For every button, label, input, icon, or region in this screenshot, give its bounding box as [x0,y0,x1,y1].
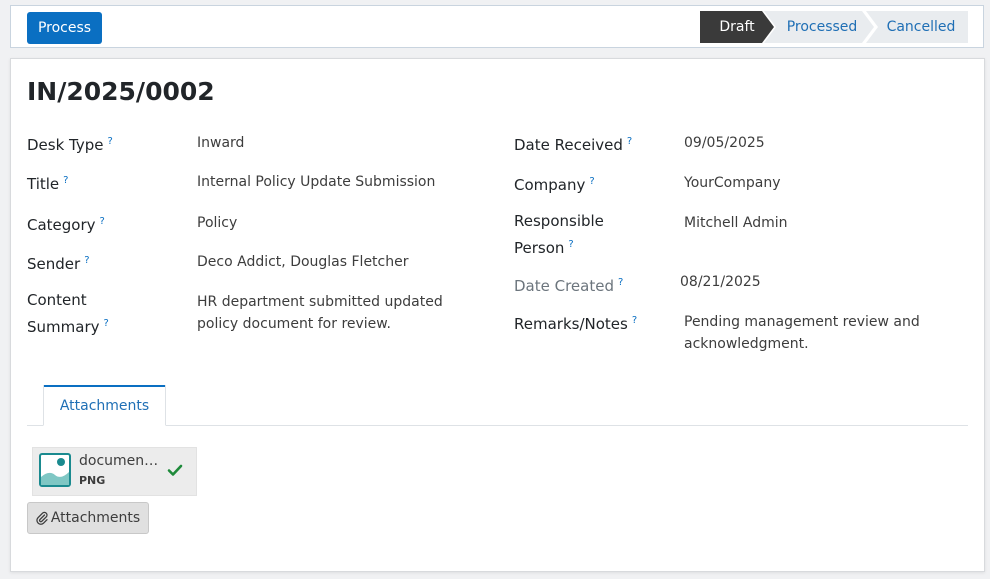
sender-value[interactable]: Deco Addict, Douglas Fletcher [197,251,409,273]
attachment-name[interactable]: documen… [79,453,158,469]
date-created-label: Date Created? [514,277,624,295]
process-button[interactable]: Process [27,12,102,44]
desk-type-label: Desk Type? [27,136,113,154]
help-icon[interactable]: ? [632,315,637,326]
help-icon[interactable]: ? [568,239,573,250]
help-icon[interactable]: ? [84,255,89,266]
help-icon[interactable]: ? [104,318,109,329]
status-stages: Cancelled Processed Draft [700,11,968,43]
stage-processed[interactable]: Processed [764,11,874,43]
responsible-person-label: Responsible Person? [514,212,604,257]
company-label: Company? [514,176,595,194]
category-label: Category? [27,216,105,234]
stage-draft[interactable]: Draft [700,11,774,43]
date-received-value[interactable]: 09/05/2025 [684,132,765,154]
help-icon[interactable]: ? [63,175,68,186]
content-summary-label: Content Summary? [27,291,109,336]
title-value[interactable]: Internal Policy Update Submission [197,171,435,193]
date-created-value: 08/21/2025 [680,274,761,290]
date-received-label: Date Received? [514,136,633,154]
paperclip-icon [36,511,48,525]
sender-label: Sender? [27,255,90,273]
tab-active-indicator [44,385,165,387]
remarks-notes-value[interactable]: Pending management review and acknowledg… [684,311,920,355]
category-value[interactable]: Policy [197,212,237,234]
help-icon[interactable]: ? [100,216,105,227]
desk-type-value[interactable]: Inward [197,132,244,154]
record-title: IN/2025/0002 [27,77,215,106]
check-icon [167,464,183,476]
control-panel: Process Cancelled Processed Draft [10,5,984,48]
attachments-button-label: Attachments [50,510,141,526]
stage-cancelled[interactable]: Cancelled [866,11,968,43]
remarks-notes-label: Remarks/Notes? [514,315,638,333]
company-value[interactable]: YourCompany [684,172,781,194]
title-label: Title? [27,175,69,193]
content-summary-value[interactable]: HR department submitted updated policy d… [197,291,443,335]
help-icon[interactable]: ? [618,277,623,288]
attachments-button[interactable]: Attachments [27,502,149,534]
attachment-type: PNG [79,474,106,487]
form-sheet: IN/2025/0002 Desk Type? Inward Title? In… [10,58,985,572]
help-icon[interactable]: ? [627,136,632,147]
tab-attachments[interactable]: Attachments [43,385,166,426]
tabs-divider [27,425,968,426]
help-icon[interactable]: ? [108,136,113,147]
attachment-card[interactable]: documen… PNG [32,447,197,496]
help-icon[interactable]: ? [589,176,594,187]
responsible-person-value[interactable]: Mitchell Admin [684,212,788,234]
image-file-icon [39,453,71,487]
